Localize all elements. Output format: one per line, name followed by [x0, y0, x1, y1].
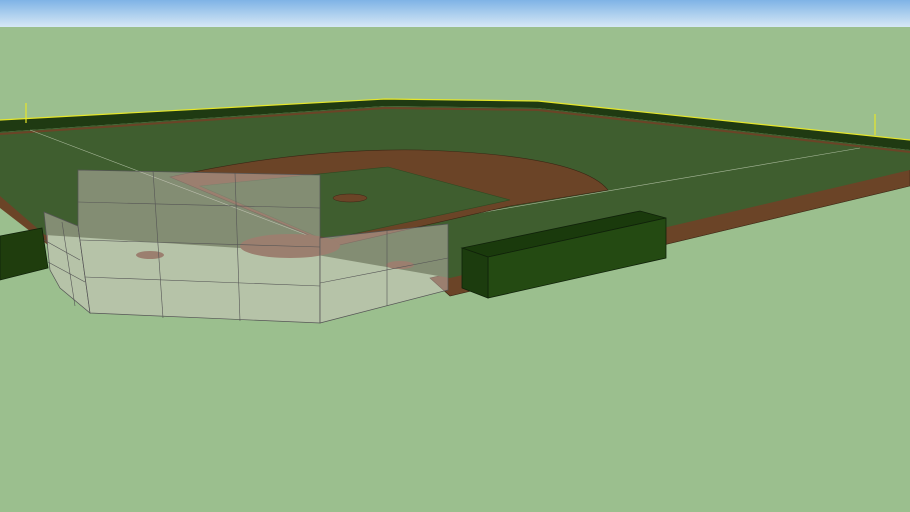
3d-viewport[interactable]	[0, 0, 910, 512]
pitchers-mound	[332, 193, 368, 203]
sky	[0, 0, 910, 27]
backstop-center	[77, 169, 321, 324]
